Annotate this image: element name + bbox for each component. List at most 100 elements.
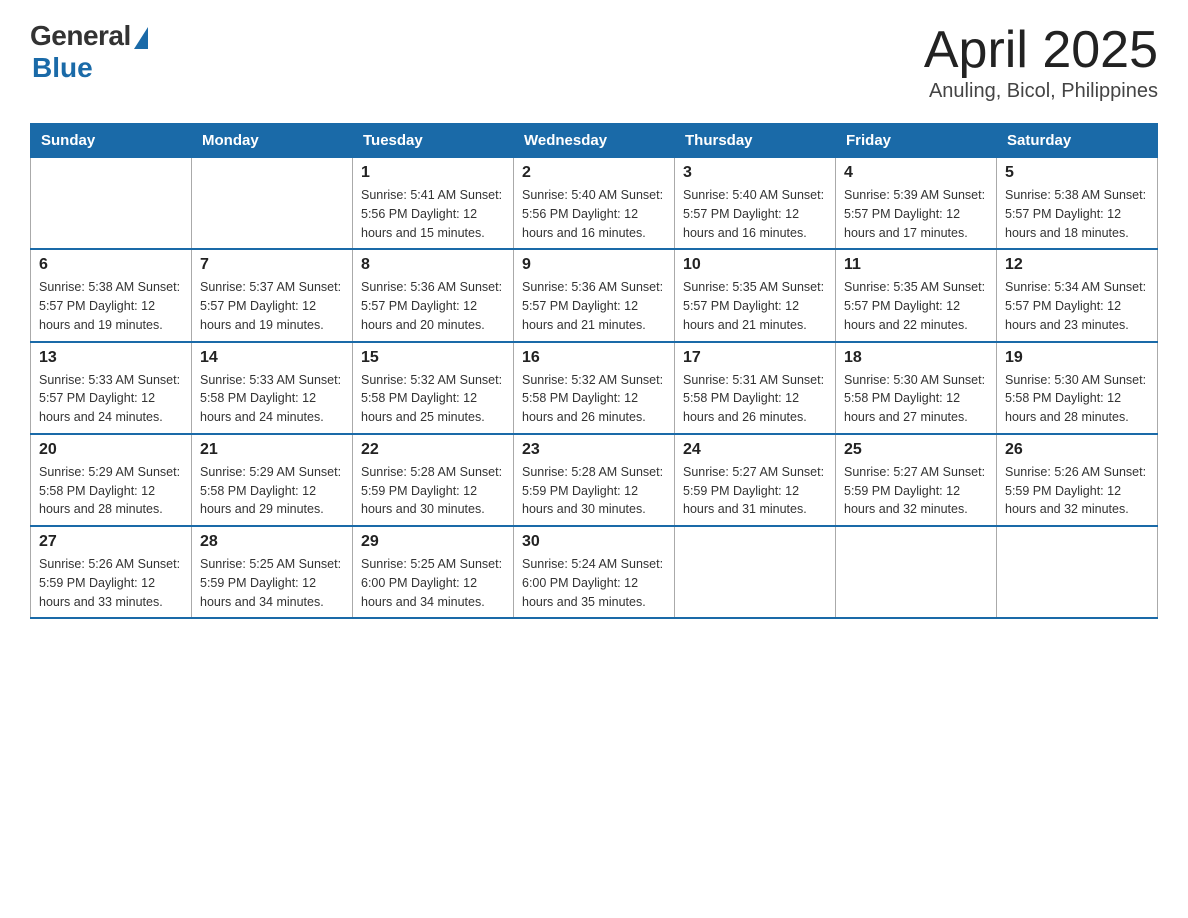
table-row: 15 Sunrise: 5:32 AM Sunset: 5:58 PM Dayli…	[353, 342, 514, 434]
day-number: 30	[522, 533, 666, 551]
day-info: Sunrise: 5:36 AM Sunset: 5:57 PM Dayligh…	[522, 278, 666, 334]
table-row: 10Sunrise: 5:35 AM Sunset: 5:57 PM Dayli…	[675, 249, 836, 341]
calendar-week-row: 27 Sunrise: 5:26 AM Sunset: 5:59 PM Dayli…	[31, 526, 1158, 618]
day-info: Sunrise: 5:32 AM Sunset: 5:58 PM Dayligh…	[522, 371, 666, 427]
table-row: 16 Sunrise: 5:32 AM Sunset: 5:58 PM Dayli…	[514, 342, 675, 434]
table-row: 5 Sunrise: 5:38 AM Sunset: 5:57 PM Daylig…	[997, 158, 1158, 250]
calendar-header-row: Sunday Monday Tuesday Wednesday Thursday…	[31, 124, 1158, 158]
table-row: 24 Sunrise: 5:27 AM Sunset: 5:59 PM Dayli…	[675, 434, 836, 526]
day-info: Sunrise: 5:28 AM Sunset: 5:59 PM Dayligh…	[361, 463, 505, 519]
day-number: 16	[522, 349, 666, 367]
table-row: 19 Sunrise: 5:30 AM Sunset: 5:58 PM Dayli…	[997, 342, 1158, 434]
calendar-table: Sunday Monday Tuesday Wednesday Thursday…	[30, 123, 1158, 619]
day-number: 20	[39, 441, 183, 459]
day-info: Sunrise: 5:28 AM Sunset: 5:59 PM Dayligh…	[522, 463, 666, 519]
day-info: Sunrise: 5:25 AM Sunset: 5:59 PM Dayligh…	[200, 555, 344, 611]
logo-blue-text: Blue	[32, 52, 93, 84]
day-info: Sunrise: 5:40 AM Sunset: 5:57 PM Dayligh…	[683, 186, 827, 242]
day-number: 2	[522, 164, 666, 182]
day-info: Sunrise: 5:36 AM Sunset: 5:57 PM Dayligh…	[361, 278, 505, 334]
day-number: 11	[844, 256, 988, 274]
day-number: 17	[683, 349, 827, 367]
col-sunday: Sunday	[31, 124, 192, 158]
col-saturday: Saturday	[997, 124, 1158, 158]
table-row: 30 Sunrise: 5:24 AM Sunset: 6:00 PM Dayli…	[514, 526, 675, 618]
day-number: 7	[200, 256, 344, 274]
day-info: Sunrise: 5:38 AM Sunset: 5:57 PM Dayligh…	[39, 278, 183, 334]
col-friday: Friday	[836, 124, 997, 158]
table-row: 26 Sunrise: 5:26 AM Sunset: 5:59 PM Dayli…	[997, 434, 1158, 526]
day-info: Sunrise: 5:27 AM Sunset: 5:59 PM Dayligh…	[844, 463, 988, 519]
day-number: 27	[39, 533, 183, 551]
logo-triangle-icon	[134, 27, 148, 49]
day-number: 26	[1005, 441, 1149, 459]
col-tuesday: Tuesday	[353, 124, 514, 158]
table-row: 6 Sunrise: 5:38 AM Sunset: 5:57 PM Daylig…	[31, 249, 192, 341]
day-number: 29	[361, 533, 505, 551]
logo-general-text: General	[30, 20, 131, 52]
day-info: Sunrise: 5:26 AM Sunset: 5:59 PM Dayligh…	[1005, 463, 1149, 519]
table-row: 20 Sunrise: 5:29 AM Sunset: 5:58 PM Dayli…	[31, 434, 192, 526]
day-number: 13	[39, 349, 183, 367]
col-monday: Monday	[192, 124, 353, 158]
table-row	[31, 158, 192, 250]
day-info: Sunrise: 5:30 AM Sunset: 5:58 PM Dayligh…	[1005, 371, 1149, 427]
calendar-week-row: 13 Sunrise: 5:33 AM Sunset: 5:57 PM Dayli…	[31, 342, 1158, 434]
table-row: 13 Sunrise: 5:33 AM Sunset: 5:57 PM Dayli…	[31, 342, 192, 434]
table-row	[192, 158, 353, 250]
calendar-week-row: 1 Sunrise: 5:41 AM Sunset: 5:56 PM Daylig…	[31, 158, 1158, 250]
day-info: Sunrise: 5:40 AM Sunset: 5:56 PM Dayligh…	[522, 186, 666, 242]
day-number: 22	[361, 441, 505, 459]
day-number: 3	[683, 164, 827, 182]
day-number: 9	[522, 256, 666, 274]
day-number: 1	[361, 164, 505, 182]
day-info: Sunrise: 5:30 AM Sunset: 5:58 PM Dayligh…	[844, 371, 988, 427]
table-row: 23 Sunrise: 5:28 AM Sunset: 5:59 PM Dayli…	[514, 434, 675, 526]
logo: General Blue	[30, 20, 148, 84]
day-number: 25	[844, 441, 988, 459]
day-info: Sunrise: 5:33 AM Sunset: 5:57 PM Dayligh…	[39, 371, 183, 427]
table-row: 25 Sunrise: 5:27 AM Sunset: 5:59 PM Dayli…	[836, 434, 997, 526]
title-block: April 2025 Anuling, Bicol, Philippines	[924, 20, 1158, 103]
day-number: 12	[1005, 256, 1149, 274]
day-info: Sunrise: 5:29 AM Sunset: 5:58 PM Dayligh…	[39, 463, 183, 519]
table-row: 2 Sunrise: 5:40 AM Sunset: 5:56 PM Daylig…	[514, 158, 675, 250]
table-row: 7 Sunrise: 5:37 AM Sunset: 5:57 PM Daylig…	[192, 249, 353, 341]
table-row: 21Sunrise: 5:29 AM Sunset: 5:58 PM Dayli…	[192, 434, 353, 526]
day-info: Sunrise: 5:31 AM Sunset: 5:58 PM Dayligh…	[683, 371, 827, 427]
day-number: 28	[200, 533, 344, 551]
day-info: Sunrise: 5:39 AM Sunset: 5:57 PM Dayligh…	[844, 186, 988, 242]
day-info: Sunrise: 5:32 AM Sunset: 5:58 PM Dayligh…	[361, 371, 505, 427]
day-info: Sunrise: 5:41 AM Sunset: 5:56 PM Dayligh…	[361, 186, 505, 242]
day-number: 18	[844, 349, 988, 367]
table-row	[997, 526, 1158, 618]
day-number: 4	[844, 164, 988, 182]
day-number: 6	[39, 256, 183, 274]
col-thursday: Thursday	[675, 124, 836, 158]
day-number: 15	[361, 349, 505, 367]
day-info: Sunrise: 5:35 AM Sunset: 5:57 PM Dayligh…	[683, 278, 827, 334]
day-number: 5	[1005, 164, 1149, 182]
page-title: April 2025	[924, 20, 1158, 80]
table-row: 18 Sunrise: 5:30 AM Sunset: 5:58 PM Dayli…	[836, 342, 997, 434]
table-row: 14 Sunrise: 5:33 AM Sunset: 5:58 PM Dayli…	[192, 342, 353, 434]
day-info: Sunrise: 5:26 AM Sunset: 5:59 PM Dayligh…	[39, 555, 183, 611]
table-row: 17 Sunrise: 5:31 AM Sunset: 5:58 PM Dayli…	[675, 342, 836, 434]
calendar-week-row: 20 Sunrise: 5:29 AM Sunset: 5:58 PM Dayli…	[31, 434, 1158, 526]
day-info: Sunrise: 5:35 AM Sunset: 5:57 PM Dayligh…	[844, 278, 988, 334]
day-number: 23	[522, 441, 666, 459]
day-number: 24	[683, 441, 827, 459]
day-info: Sunrise: 5:37 AM Sunset: 5:57 PM Dayligh…	[200, 278, 344, 334]
day-info: Sunrise: 5:33 AM Sunset: 5:58 PM Dayligh…	[200, 371, 344, 427]
table-row: 1 Sunrise: 5:41 AM Sunset: 5:56 PM Daylig…	[353, 158, 514, 250]
page-header: General Blue April 2025 Anuling, Bicol, …	[30, 20, 1158, 103]
table-row: 3 Sunrise: 5:40 AM Sunset: 5:57 PM Daylig…	[675, 158, 836, 250]
day-number: 14	[200, 349, 344, 367]
table-row: 11 Sunrise: 5:35 AM Sunset: 5:57 PM Dayli…	[836, 249, 997, 341]
day-info: Sunrise: 5:27 AM Sunset: 5:59 PM Dayligh…	[683, 463, 827, 519]
day-info: Sunrise: 5:38 AM Sunset: 5:57 PM Dayligh…	[1005, 186, 1149, 242]
table-row: 27 Sunrise: 5:26 AM Sunset: 5:59 PM Dayli…	[31, 526, 192, 618]
calendar-week-row: 6 Sunrise: 5:38 AM Sunset: 5:57 PM Daylig…	[31, 249, 1158, 341]
day-number: 19	[1005, 349, 1149, 367]
day-info: Sunrise: 5:24 AM Sunset: 6:00 PM Dayligh…	[522, 555, 666, 611]
